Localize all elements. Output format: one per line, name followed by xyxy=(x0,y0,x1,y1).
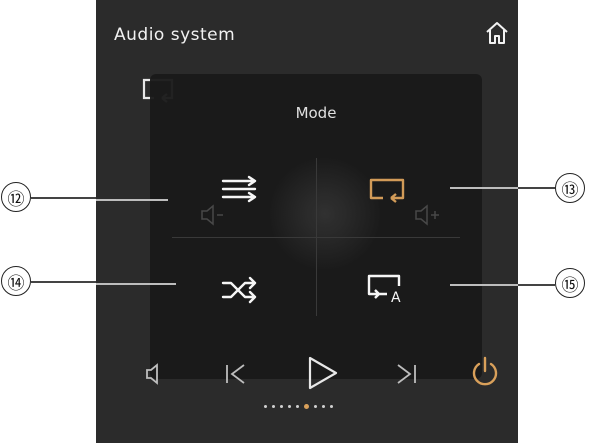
page-dot[interactable] xyxy=(322,405,325,408)
callout-14: ⑭ xyxy=(1,266,31,296)
page-dot[interactable] xyxy=(280,405,283,408)
repeat-mode-button[interactable] xyxy=(362,170,412,210)
callout-12-leader xyxy=(31,197,96,199)
play-icon[interactable] xyxy=(304,354,340,392)
repeat-icon xyxy=(369,178,405,203)
previous-icon[interactable] xyxy=(222,360,250,388)
callout-12-leader-inner xyxy=(96,199,168,201)
page-dot-active[interactable] xyxy=(304,404,309,409)
page-title: Audio system xyxy=(114,25,236,45)
callout-14-leader-inner xyxy=(96,283,176,285)
playback-controls xyxy=(96,352,518,392)
callout-12: ⑫ xyxy=(1,182,31,212)
repeat-all-label: A xyxy=(391,290,401,304)
sequential-mode-button[interactable] xyxy=(216,169,266,209)
callout-13-leader xyxy=(518,187,555,189)
page-dot[interactable] xyxy=(288,405,291,408)
callout-14-leader xyxy=(31,281,96,283)
page-dot[interactable] xyxy=(264,405,267,408)
callout-15-leader-inner xyxy=(450,284,518,286)
callout-13: ⑬ xyxy=(555,173,585,203)
page-indicator xyxy=(264,404,333,409)
mode-title: Mode xyxy=(295,104,337,122)
callout-13-leader-inner xyxy=(450,187,518,189)
repeat-all-icon: A xyxy=(367,274,401,304)
page-dot[interactable] xyxy=(296,405,299,408)
power-icon[interactable] xyxy=(470,354,500,388)
callout-15-leader xyxy=(518,284,555,286)
sequential-play-icon xyxy=(221,175,257,203)
page-dot[interactable] xyxy=(330,405,333,408)
repeat-all-mode-button[interactable]: A xyxy=(362,268,412,308)
next-icon[interactable] xyxy=(392,360,420,388)
shuffle-icon xyxy=(221,276,257,304)
shuffle-mode-button[interactable] xyxy=(216,270,266,310)
page-dot[interactable] xyxy=(314,405,317,408)
audio-system-screen: Audio system Mode A xyxy=(96,0,518,443)
volume-up-ghost-icon xyxy=(415,204,439,226)
page-dot[interactable] xyxy=(272,405,275,408)
volume-down-icon[interactable] xyxy=(142,360,164,388)
callout-15: ⑮ xyxy=(555,268,585,298)
mode-panel: Mode A xyxy=(150,74,482,379)
divider-vertical xyxy=(316,158,317,316)
home-icon[interactable] xyxy=(484,20,510,46)
